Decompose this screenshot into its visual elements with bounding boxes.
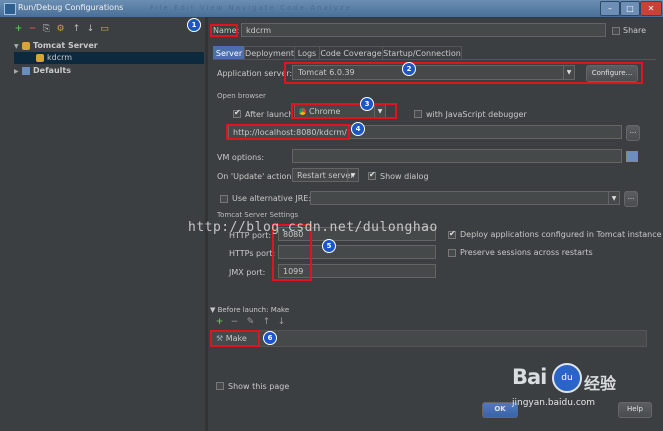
move-task-up-icon[interactable]: ↑ (262, 318, 271, 327)
vm-options-input[interactable] (292, 149, 622, 163)
add-config-icon[interactable]: + (14, 25, 23, 34)
url-more-button[interactable]: ... (626, 125, 640, 141)
tab-logs[interactable]: Logs (294, 46, 320, 60)
tab-deployment[interactable]: Deployment (244, 46, 295, 60)
deploy-apps-checkbox[interactable] (448, 229, 456, 239)
defaults-icon (22, 66, 30, 75)
baidu-logo-text: Bai (512, 365, 547, 389)
show-page-label: Show this page (228, 382, 290, 391)
after-launch-checkbox[interactable] (233, 108, 241, 118)
annotation-badge-1: 1 (187, 18, 201, 32)
alt-jre-checkbox[interactable] (220, 195, 228, 203)
jre-more-button[interactable]: ... (624, 191, 638, 207)
annotation-box-make (210, 330, 260, 347)
chevron-down-icon[interactable]: ▼ (347, 169, 358, 181)
annotation-box-app-server (284, 62, 643, 84)
baidu-url: jingyan.baidu.com (512, 398, 596, 408)
move-down-icon[interactable]: ↓ (86, 25, 95, 34)
alt-jre-select[interactable]: ▼ (310, 191, 620, 205)
js-debugger-label: with JavaScript debugger (426, 110, 527, 119)
js-debugger-checkbox[interactable] (414, 110, 422, 118)
annotation-box-browser (291, 103, 397, 119)
before-launch-text: Before launch: Make (217, 306, 290, 314)
expand-editor-icon[interactable] (626, 151, 638, 162)
app-icon (4, 3, 16, 15)
tree-defaults-label: Defaults (33, 66, 71, 75)
tab-server[interactable]: Server (213, 46, 245, 60)
collapse-arrow-icon[interactable]: ▶ (14, 66, 22, 78)
window-title: Run/Debug Configurations (18, 3, 124, 12)
https-port-label: HTTPs port: (229, 249, 276, 258)
close-button[interactable]: ✕ (640, 1, 662, 16)
on-update-label: On 'Update' action: (217, 172, 295, 181)
baidu-paw-icon: du (552, 363, 582, 393)
tab-underline (213, 59, 656, 60)
on-update-select[interactable]: Restart server ▼ (292, 168, 359, 182)
remove-task-icon[interactable]: − (230, 318, 239, 327)
copy-config-icon[interactable]: ⎘ (42, 25, 51, 34)
alt-jre-label: Use alternative JRE: (232, 194, 312, 203)
tree-item-kdcrm[interactable]: kdcrm (14, 52, 204, 64)
annotation-box-name (210, 24, 238, 37)
chevron-down-icon[interactable]: ▼ (608, 192, 619, 204)
help-button[interactable]: Help (618, 402, 652, 418)
annotation-badge-4: 4 (351, 122, 365, 136)
deploy-apps-label: Deploy applications configured in Tomcat… (460, 230, 662, 239)
tab-code-coverage[interactable]: Code Coverage (319, 46, 383, 60)
open-browser-section: Open browser (217, 92, 266, 100)
maximize-button[interactable]: □ (620, 1, 640, 16)
tomcat-icon (22, 41, 30, 50)
annotation-badge-5: 5 (322, 239, 336, 253)
show-page-checkbox[interactable] (216, 382, 224, 390)
move-task-down-icon[interactable]: ↓ (277, 318, 286, 327)
tree-group-label: Tomcat Server (33, 41, 98, 50)
edit-task-icon[interactable]: ✎ (246, 318, 255, 327)
application-server-label: Application server: (217, 69, 293, 78)
collapse-arrow-icon[interactable]: ▼ (210, 306, 218, 314)
annotation-badge-2: 2 (402, 62, 416, 76)
add-task-icon[interactable]: + (215, 318, 224, 327)
configurations-tree-pane (0, 17, 206, 431)
title-bar: Run/Debug Configurations File Edit View … (0, 0, 663, 18)
remove-config-icon[interactable]: − (28, 25, 37, 34)
move-up-icon[interactable]: ↑ (72, 25, 81, 34)
blog-watermark: http://blog.csdn.net/dulonghao (188, 220, 438, 235)
on-update-value: Restart server (297, 171, 354, 180)
tomcat-settings-section: Tomcat Server Settings (217, 211, 299, 219)
share-checkbox[interactable] (612, 27, 620, 35)
show-dialog-label: Show dialog (380, 172, 429, 181)
baidu-jingyan-text: 经验 (584, 374, 617, 393)
name-input[interactable]: kdcrm (241, 23, 606, 37)
share-label: Share (623, 26, 647, 35)
show-dialog-checkbox[interactable] (368, 170, 376, 180)
jmx-port-label: JMX port: (229, 268, 266, 277)
folder-icon[interactable]: ▭ (100, 25, 109, 34)
annotation-badge-6: 6 (263, 331, 277, 345)
after-launch-label: After launch (245, 110, 294, 119)
annotation-box-url (226, 124, 350, 140)
tree-item-label: kdcrm (47, 53, 73, 62)
tomcat-icon (36, 53, 44, 62)
background-menu-ghost: File Edit View Navigate Code Analyze (150, 4, 352, 12)
tree-group-tomcat-server[interactable]: ▼ Tomcat Server (14, 40, 204, 52)
preserve-sessions-label: Preserve sessions across restarts (460, 248, 593, 257)
before-launch-label[interactable]: ▼ Before launch: Make (210, 306, 289, 314)
vm-options-label: VM options: (217, 153, 265, 162)
annotation-badge-3: 3 (360, 97, 374, 111)
minimize-button[interactable]: – (600, 1, 620, 16)
tab-startup-connection[interactable]: Startup/Connection (382, 46, 462, 60)
edit-defaults-icon[interactable]: ⚙ (56, 25, 65, 34)
tree-group-defaults[interactable]: ▶ Defaults (14, 65, 204, 77)
preserve-sessions-checkbox[interactable] (448, 249, 456, 257)
